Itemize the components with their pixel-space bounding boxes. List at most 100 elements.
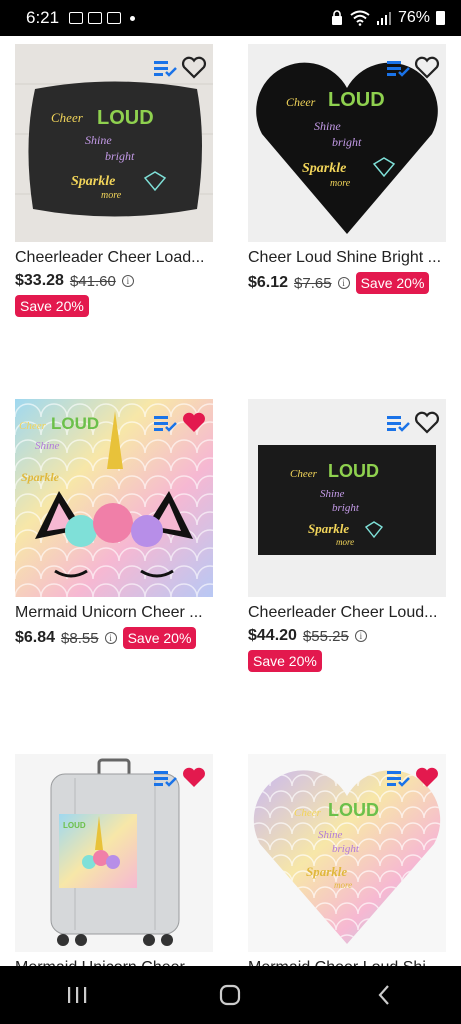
art-text-bright: bright	[332, 502, 360, 514]
art-text-more: more	[330, 178, 351, 189]
card-actions	[153, 411, 207, 435]
card-actions	[386, 411, 440, 435]
product-image[interactable]: Cheer LOUD Shine bright Sparkle more	[248, 44, 446, 242]
recent-apps-button[interactable]	[57, 975, 97, 1015]
recent-apps-icon	[67, 987, 87, 1003]
art-text-sparkle: Sparkle	[308, 521, 349, 536]
price-row: $6.84 $8.55 i Save 20%	[15, 627, 213, 649]
product-title[interactable]: Cheerleader Cheer Loud...	[248, 603, 446, 623]
art-text-sparkle: Sparkle	[71, 174, 115, 189]
battery-percent: 76%	[397, 9, 430, 26]
product-title[interactable]: Mermaid Unicorn Cheer ...	[15, 603, 213, 623]
sale-price: $6.12	[248, 274, 289, 291]
art-text-more: more	[334, 880, 352, 890]
home-button[interactable]	[210, 975, 250, 1015]
sale-price: $33.28	[15, 272, 64, 289]
wifi-icon	[350, 10, 370, 26]
info-icon[interactable]: i	[354, 630, 367, 642]
favorite-filled-icon[interactable]	[181, 766, 207, 790]
product-card[interactable]: Cheer LOUD Shine bright Sparkle more Che…	[15, 44, 213, 317]
card-actions	[386, 766, 440, 790]
calendar-icon	[107, 12, 122, 24]
add-to-list-icon[interactable]	[153, 58, 177, 78]
price-row: $6.12 $7.65 i Save 20%	[248, 272, 446, 294]
back-button[interactable]	[364, 975, 404, 1015]
info-icon[interactable]: i	[337, 277, 350, 289]
add-to-list-icon[interactable]	[386, 58, 410, 78]
original-price: $55.25	[302, 627, 349, 645]
discount-badge: Save 20%	[248, 650, 322, 672]
art-text-bright: bright	[332, 135, 362, 149]
art-text-cheer: Cheer	[286, 95, 316, 109]
favorite-filled-icon[interactable]	[414, 766, 440, 790]
art-text-sparkle: Sparkle	[21, 470, 60, 484]
original-price: $8.55	[61, 629, 99, 647]
card-actions	[153, 56, 207, 80]
art-text-more: more	[336, 537, 354, 547]
system-nav-bar	[0, 966, 461, 1024]
product-title[interactable]: Cheerleader Cheer Load...	[15, 248, 213, 268]
product-image[interactable]: Cheer LOUD Shine bright Sparkle more	[15, 44, 213, 242]
art-text-shine: Shine	[320, 488, 345, 500]
art-text-shine: Shine	[314, 119, 341, 133]
more-notifications-icon	[130, 15, 136, 21]
product-image[interactable]: Cheer LOUD Shine bright Sparkle more	[248, 754, 446, 952]
product-card[interactable]: LOUD Mermaid Unicorn Cheer ...	[15, 754, 213, 966]
art-text-more: more	[101, 190, 122, 201]
product-image[interactable]: Cheer LOUD Shine Sparkle	[15, 399, 213, 597]
gallery-icon	[69, 12, 84, 24]
product-card[interactable]: Cheer LOUD Shine bright Sparkle more Mer…	[248, 754, 446, 966]
favorite-filled-icon[interactable]	[181, 411, 207, 435]
product-card[interactable]: Cheer LOUD Shine Sparkle Mermaid Unicorn…	[15, 399, 213, 649]
art-text-loud: LOUD	[97, 107, 154, 129]
art-text-loud: LOUD	[328, 89, 385, 111]
discount-badge: Save 20%	[355, 272, 430, 294]
sale-price: $6.84	[15, 629, 56, 646]
original-price: $41.60	[69, 272, 116, 290]
price-row: $33.28 $41.60 i	[15, 272, 213, 290]
original-price: $7.65	[294, 274, 332, 292]
product-title[interactable]: Mermaid Unicorn Cheer ...	[15, 958, 213, 966]
art-text-cheer: Cheer	[51, 110, 84, 125]
add-to-list-icon[interactable]	[386, 413, 410, 433]
art-text-loud: LOUD	[51, 414, 99, 433]
art-text-loud: LOUD	[328, 461, 379, 481]
info-icon[interactable]: i	[104, 632, 117, 644]
favorite-icon[interactable]	[181, 56, 207, 80]
art-text-shine: Shine	[85, 133, 112, 147]
add-to-list-icon[interactable]	[386, 768, 410, 788]
sale-price: $44.20	[248, 627, 297, 644]
product-image[interactable]: Cheer LOUD Shine bright Sparkle more	[248, 399, 446, 597]
system-icons: 76%	[330, 9, 445, 27]
signal-icon	[376, 12, 391, 25]
favorite-icon[interactable]	[414, 56, 440, 80]
art-text-shine: Shine	[35, 440, 60, 452]
product-image[interactable]: LOUD	[15, 754, 213, 952]
product-card[interactable]: Cheer LOUD Shine bright Sparkle more Che…	[248, 399, 446, 672]
art-text-cheer: Cheer	[290, 468, 318, 480]
back-icon	[378, 985, 389, 1005]
notification-icons	[69, 12, 136, 24]
art-text-loud: LOUD	[63, 821, 86, 830]
art-text-loud: LOUD	[328, 800, 379, 820]
lock-icon	[331, 10, 342, 25]
product-grid: Cheer LOUD Shine bright Sparkle more Che…	[0, 36, 461, 966]
home-icon	[220, 984, 241, 1006]
mail-icon	[88, 12, 103, 24]
add-to-list-icon[interactable]	[153, 413, 177, 433]
product-title[interactable]: Mermaid Cheer Loud Shi...	[248, 958, 446, 966]
card-actions	[386, 56, 440, 80]
status-bar: 6:21 76%	[0, 0, 461, 36]
art-text-bright: bright	[332, 843, 360, 855]
product-card[interactable]: Cheer LOUD Shine bright Sparkle more Che…	[248, 44, 446, 294]
art-text-bright: bright	[105, 149, 135, 163]
discount-badge: Save 20%	[15, 295, 89, 317]
product-title[interactable]: Cheer Loud Shine Bright ...	[248, 248, 446, 268]
art-text-cheer: Cheer	[19, 420, 47, 432]
status-time: 6:21	[26, 8, 60, 27]
add-to-list-icon[interactable]	[153, 768, 177, 788]
discount-badge: Save 20%	[122, 627, 197, 649]
info-icon[interactable]: i	[121, 275, 134, 287]
favorite-icon[interactable]	[414, 411, 440, 435]
art-text-sparkle: Sparkle	[302, 161, 346, 176]
